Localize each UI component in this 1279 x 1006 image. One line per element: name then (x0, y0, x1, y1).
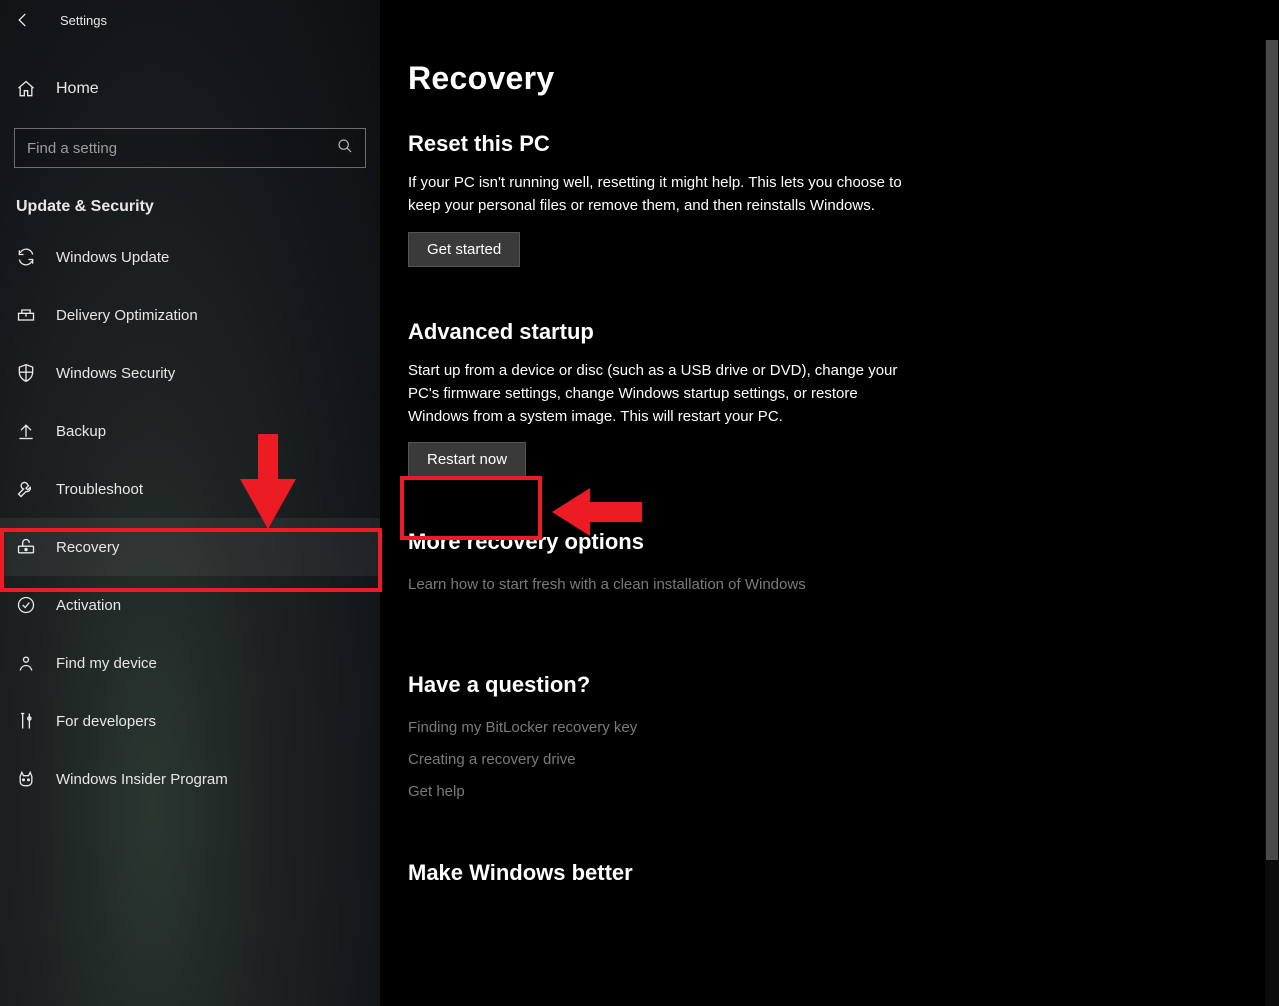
sidebar-item-label: Backup (56, 423, 106, 440)
sidebar-section-heading: Update & Security (0, 168, 380, 228)
search-box[interactable] (14, 128, 366, 168)
sidebar-item-backup[interactable]: Backup (0, 402, 380, 460)
sidebar-item-windows-insider[interactable]: Windows Insider Program (0, 750, 380, 808)
section-description: Start up from a device or disc (such as … (408, 359, 912, 429)
sidebar-item-label: Windows Insider Program (56, 771, 228, 788)
section-heading: Have a question? (408, 672, 912, 698)
delivery-icon (16, 305, 36, 325)
sidebar: Settings Home Update & Security Windows … (0, 0, 380, 1006)
home-icon (16, 79, 36, 99)
section-heading: More recovery options (408, 529, 912, 555)
recovery-icon (16, 537, 36, 557)
sync-icon (16, 247, 36, 267)
sidebar-item-recovery[interactable]: Recovery (0, 518, 380, 576)
search-icon (337, 138, 353, 159)
link-get-help[interactable]: Get help (408, 776, 912, 808)
backup-icon (16, 421, 36, 441)
section-heading: Make Windows better (408, 860, 912, 886)
sidebar-item-windows-security[interactable]: Windows Security (0, 344, 380, 402)
content-pane: Recovery Reset this PC If your PC isn't … (380, 0, 1279, 1006)
link-recovery-drive[interactable]: Creating a recovery drive (408, 744, 912, 776)
sidebar-item-find-my-device[interactable]: Find my device (0, 634, 380, 692)
shield-icon (16, 363, 36, 383)
sidebar-home-label: Home (56, 80, 99, 98)
sidebar-item-label: Windows Security (56, 365, 175, 382)
section-reset-this-pc: Reset this PC If your PC isn't running w… (408, 131, 912, 267)
sidebar-item-label: Windows Update (56, 249, 169, 266)
section-heading: Reset this PC (408, 131, 912, 157)
section-have-a-question: Have a question? Finding my BitLocker re… (408, 672, 912, 809)
link-bitlocker-key[interactable]: Finding my BitLocker recovery key (408, 712, 912, 744)
sidebar-item-label: Delivery Optimization (56, 307, 198, 324)
sidebar-home[interactable]: Home (0, 60, 380, 118)
check-circle-icon (16, 595, 36, 615)
ninja-cat-icon (16, 769, 36, 789)
titlebar: Settings (0, 0, 380, 40)
link-start-fresh[interactable]: Learn how to start fresh with a clean in… (408, 569, 912, 601)
sidebar-item-label: For developers (56, 713, 156, 730)
tools-icon (16, 711, 36, 731)
wrench-icon (16, 479, 36, 499)
window-title: Settings (60, 13, 107, 28)
sidebar-item-label: Troubleshoot (56, 481, 143, 498)
page-title: Recovery (408, 60, 912, 97)
location-person-icon (16, 653, 36, 673)
sidebar-item-for-developers[interactable]: For developers (0, 692, 380, 750)
section-make-windows-better: Make Windows better (408, 860, 912, 886)
section-more-recovery-options: More recovery options Learn how to start… (408, 529, 912, 601)
section-description: If your PC isn't running well, resetting… (408, 171, 912, 218)
get-started-button[interactable]: Get started (408, 232, 520, 267)
back-icon[interactable] (14, 11, 32, 29)
sidebar-item-windows-update[interactable]: Windows Update (0, 228, 380, 286)
sidebar-item-label: Activation (56, 597, 121, 614)
scrollbar-thumb[interactable] (1266, 40, 1278, 860)
search-input[interactable] (27, 140, 337, 157)
sidebar-item-activation[interactable]: Activation (0, 576, 380, 634)
section-heading: Advanced startup (408, 319, 912, 345)
sidebar-item-label: Recovery (56, 539, 119, 556)
sidebar-item-delivery-optimization[interactable]: Delivery Optimization (0, 286, 380, 344)
sidebar-item-label: Find my device (56, 655, 157, 672)
section-advanced-startup: Advanced startup Start up from a device … (408, 319, 912, 478)
sidebar-item-troubleshoot[interactable]: Troubleshoot (0, 460, 380, 518)
restart-now-button[interactable]: Restart now (408, 442, 526, 477)
